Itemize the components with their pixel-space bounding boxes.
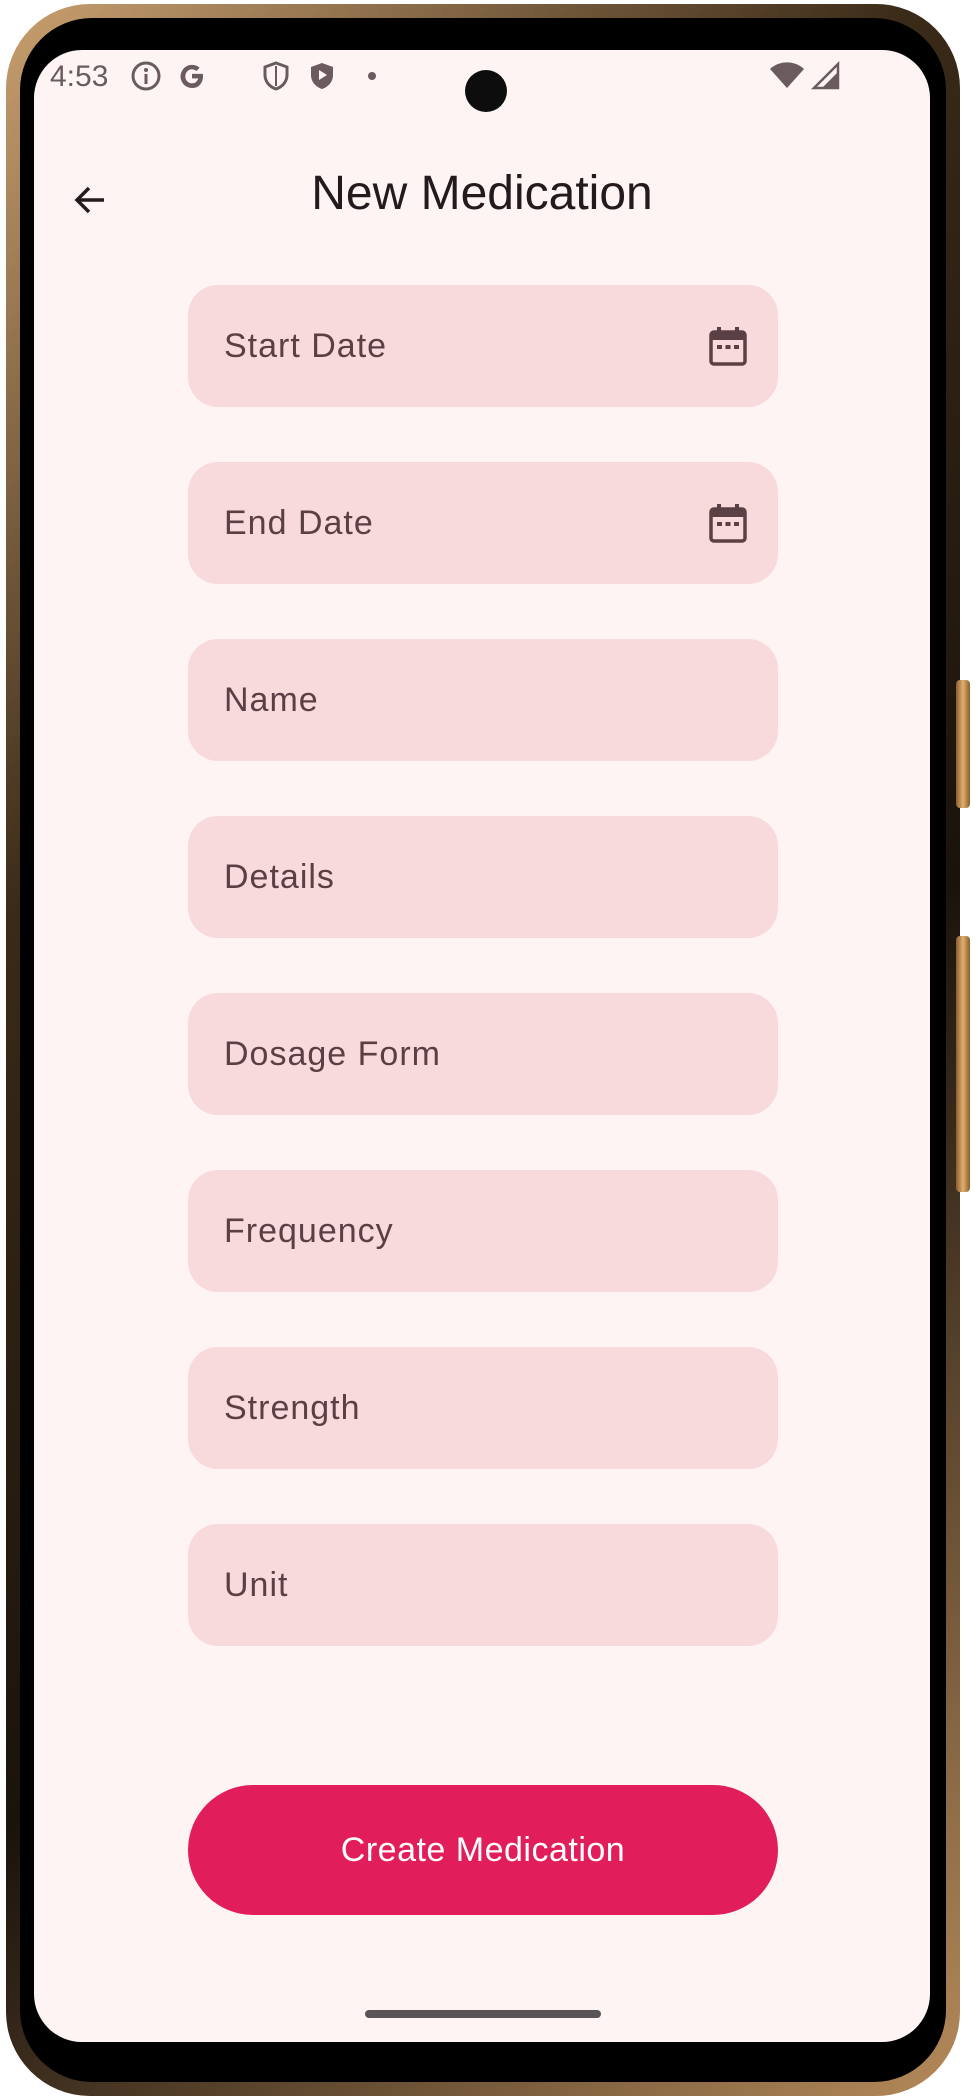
calendar-icon[interactable] bbox=[706, 324, 750, 368]
details-label: Details bbox=[224, 858, 335, 896]
end-date-field[interactable]: End Date bbox=[188, 462, 778, 584]
calendar-icon[interactable] bbox=[706, 501, 750, 545]
start-date-field[interactable]: Start Date bbox=[188, 285, 778, 407]
dot-icon bbox=[368, 72, 376, 80]
frequency-field[interactable]: Frequency bbox=[188, 1170, 778, 1292]
wifi-icon bbox=[770, 62, 804, 88]
start-date-label: Start Date bbox=[224, 327, 388, 365]
status-time: 4:53 bbox=[50, 60, 109, 93]
end-date-label: End Date bbox=[224, 504, 374, 542]
info-icon bbox=[131, 61, 161, 91]
name-label: Name bbox=[224, 681, 319, 719]
page-title: New Medication bbox=[311, 167, 653, 220]
dosage-form-label: Dosage Form bbox=[224, 1035, 441, 1073]
dosage-form-field[interactable]: Dosage Form bbox=[188, 993, 778, 1115]
play-protect-icon bbox=[311, 63, 333, 89]
power-button bbox=[956, 936, 970, 1192]
volume-button bbox=[956, 680, 970, 808]
name-field[interactable]: Name bbox=[188, 639, 778, 761]
screen: 4:53 New Medication Start Date End Date … bbox=[34, 50, 930, 2042]
front-camera bbox=[465, 70, 507, 112]
signal-icon bbox=[810, 60, 840, 90]
home-indicator[interactable] bbox=[365, 2010, 601, 2018]
google-icon bbox=[180, 64, 203, 88]
shield-icon bbox=[263, 61, 289, 91]
create-medication-button[interactable]: Create Medication bbox=[188, 1785, 778, 1915]
unit-field[interactable]: Unit bbox=[188, 1524, 778, 1646]
unit-label: Unit bbox=[224, 1566, 289, 1604]
frequency-label: Frequency bbox=[224, 1212, 394, 1250]
top-app-bar: New Medication bbox=[34, 150, 930, 240]
strength-label: Strength bbox=[224, 1389, 361, 1427]
strength-field[interactable]: Strength bbox=[188, 1347, 778, 1469]
details-field[interactable]: Details bbox=[188, 816, 778, 938]
